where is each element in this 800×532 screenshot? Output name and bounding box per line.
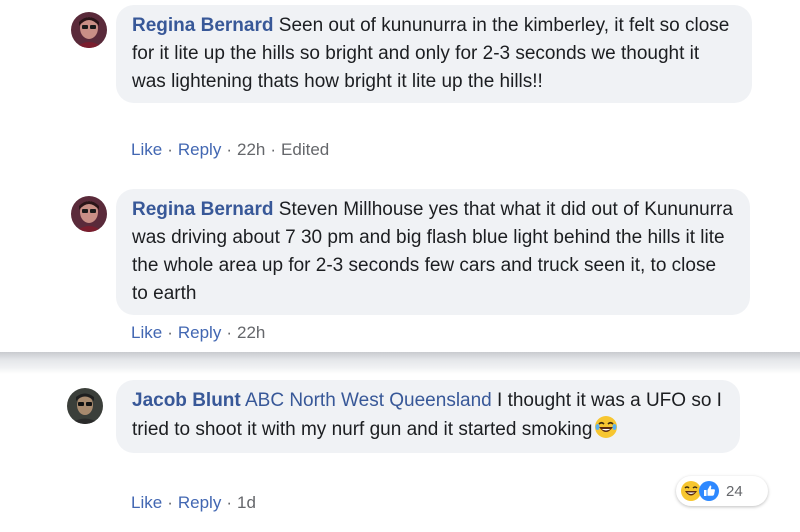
like-link[interactable]: Like	[131, 140, 162, 159]
reply-link[interactable]: Reply	[178, 140, 221, 159]
comment-bubble: Regina Bernard Steven Millhouse yes that…	[116, 189, 750, 315]
avatar[interactable]	[67, 388, 103, 424]
comment-bubble: Regina Bernard Seen out of kununurra in …	[116, 5, 752, 103]
comments-panel-top: Regina Bernard Seen out of kununurra in …	[0, 0, 800, 352]
comment-bubble: Jacob Blunt ABC North West Queensland I …	[116, 380, 740, 453]
laughing-tears-emoji-icon	[594, 415, 618, 439]
separator: ·	[226, 323, 232, 342]
avatar-photo-icon	[71, 12, 107, 48]
comment-actions: Like · Reply · 1d	[131, 493, 256, 513]
like-thumb-icon	[698, 480, 720, 502]
comment-author[interactable]: Regina Bernard	[132, 199, 273, 220]
avatar[interactable]	[71, 12, 107, 48]
avatar-photo-icon	[71, 196, 107, 232]
separator: ·	[226, 140, 232, 159]
edited-label[interactable]: Edited	[281, 140, 329, 159]
timestamp[interactable]: 22h	[237, 323, 265, 342]
separator: ·	[167, 140, 173, 159]
comments-panel-bottom: Jacob Blunt ABC North West Queensland I …	[0, 374, 800, 532]
avatar[interactable]	[71, 196, 107, 232]
separator: ·	[226, 493, 232, 512]
avatar-photo-icon	[67, 388, 103, 424]
reaction-count: 24	[726, 482, 743, 500]
like-link[interactable]: Like	[131, 323, 162, 342]
timestamp[interactable]: 1d	[237, 493, 256, 512]
comment-actions: Like · Reply · 22h · Edited	[131, 140, 329, 160]
separator: ·	[167, 493, 173, 512]
comment-actions: Like · Reply · 22h	[131, 323, 265, 343]
timestamp[interactable]: 22h	[237, 140, 265, 159]
reply-link[interactable]: Reply	[178, 323, 221, 342]
separator: ·	[270, 140, 277, 159]
comment-author[interactable]: Jacob Blunt	[132, 390, 241, 411]
mention-link[interactable]: ABC North West Queensland	[245, 390, 492, 411]
comment-author[interactable]: Regina Bernard	[132, 15, 273, 36]
like-link[interactable]: Like	[131, 493, 162, 512]
reaction-summary[interactable]: 24	[676, 476, 768, 506]
separator: ·	[167, 323, 173, 342]
reply-link[interactable]: Reply	[178, 493, 221, 512]
section-divider	[0, 352, 800, 374]
